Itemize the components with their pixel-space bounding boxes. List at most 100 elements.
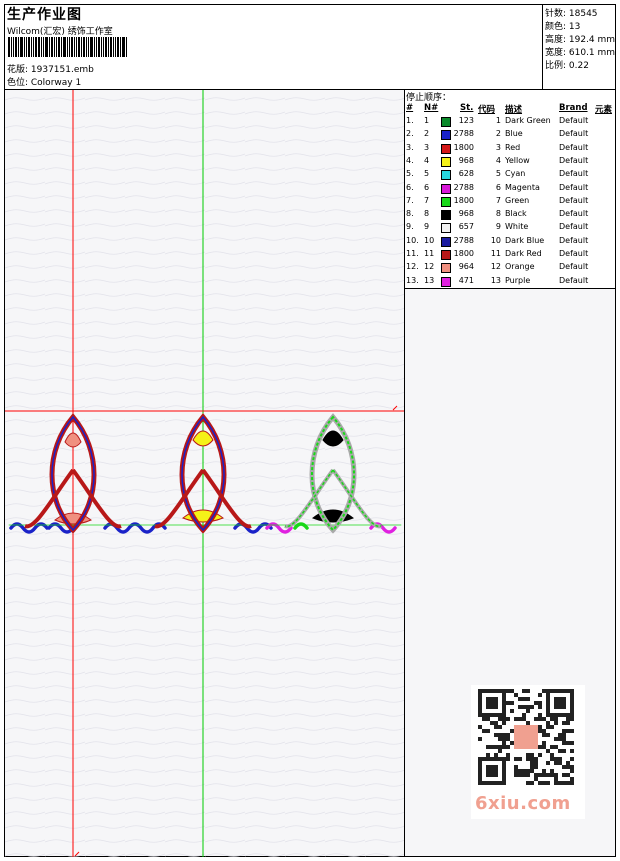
row-stitches: 1800 — [453, 142, 474, 152]
color-swatch — [441, 236, 451, 247]
table-row: 11. 11 1800 11 Dark Red Default — [405, 249, 615, 262]
row-stitches: 628 — [458, 169, 474, 179]
row-needle: 7 — [424, 195, 430, 205]
company-name: Wilcom(汇宏) 绣饰工作室 — [7, 27, 113, 37]
row-brand: Default — [559, 169, 589, 179]
row-stitches: 2788 — [453, 182, 474, 192]
stop-sequence-title: 停止顺序： — [406, 93, 452, 103]
row-needle: 9 — [424, 222, 430, 232]
col-stitches: St. — [460, 103, 474, 113]
colorway-label: 色位: Colorway 1 — [7, 78, 82, 88]
row-code: 13 — [490, 275, 501, 285]
row-stitches: 968 — [458, 155, 474, 165]
row-code: 4 — [495, 155, 501, 165]
table-row: 7. 7 1800 7 Green Default — [405, 196, 615, 209]
design-scale: 比例: 0.22 — [545, 61, 589, 71]
row-index: 2. — [406, 129, 414, 139]
table-row: 12. 12 964 12 Orange Default — [405, 262, 615, 275]
color-swatch — [441, 117, 451, 127]
row-brand: Default — [559, 182, 589, 192]
row-stitches: 123 — [458, 116, 474, 125]
table-row: 3. 3 1800 3 Red Default — [405, 143, 615, 156]
row-index: 11. — [406, 249, 419, 258]
table-row: 4. 4 968 4 Yellow Default — [405, 156, 615, 169]
design-preview — [5, 90, 405, 857]
table-row: 9. 9 657 9 White Default — [405, 222, 615, 235]
row-index: 1. — [406, 116, 414, 125]
row-code: 11 — [490, 249, 501, 258]
row-index: 5. — [406, 169, 414, 179]
row-code: 9 — [495, 222, 501, 232]
row-brand: Default — [559, 262, 589, 272]
row-brand: Default — [559, 275, 589, 285]
row-description: Black — [505, 209, 527, 219]
row-index: 3. — [406, 142, 414, 152]
row-index: 12. — [406, 262, 419, 272]
row-index: 7. — [406, 195, 414, 205]
row-code: 8 — [495, 209, 501, 219]
row-description: Yellow — [505, 155, 530, 165]
color-swatch — [441, 210, 451, 221]
watermark-text: 6xiu.com — [475, 793, 571, 814]
row-stitches: 968 — [458, 209, 474, 219]
row-stitches: 1800 — [453, 195, 474, 205]
row-brand: Default — [559, 116, 589, 125]
watermark-qr: 6xiu.com — [471, 685, 585, 819]
row-code: 1 — [495, 116, 501, 125]
row-description: Purple — [505, 275, 531, 285]
color-count: 颜色: 13 — [545, 22, 581, 32]
row-needle: 2 — [424, 129, 430, 139]
row-needle: 4 — [424, 155, 430, 165]
row-description: Red — [505, 142, 521, 152]
row-brand: Default — [559, 249, 589, 258]
row-index: 6. — [406, 182, 414, 192]
color-swatch — [441, 130, 451, 141]
table-row: 2. 2 2788 2 Blue Default — [405, 129, 615, 142]
row-needle: 12 — [424, 262, 435, 272]
row-code: 6 — [495, 182, 501, 192]
row-index: 9. — [406, 222, 414, 232]
row-brand: Default — [559, 235, 589, 245]
col-needle: N# — [424, 103, 439, 113]
row-brand: Default — [559, 129, 589, 139]
row-brand: Default — [559, 222, 589, 232]
color-swatch — [441, 276, 451, 287]
table-row: 6. 6 2788 6 Magenta Default — [405, 183, 615, 196]
row-description: Dark Red — [505, 249, 542, 258]
row-needle: 3 — [424, 142, 430, 152]
row-code: 7 — [495, 195, 501, 205]
row-description: Magenta — [505, 182, 540, 192]
row-index: 4. — [406, 155, 414, 165]
row-description: White — [505, 222, 529, 232]
row-code: 5 — [495, 169, 501, 179]
color-swatch — [441, 223, 451, 234]
col-index: # — [406, 103, 414, 113]
row-code: 2 — [495, 129, 501, 139]
header-info: 生产作业图 Wilcom(汇宏) 绣饰工作室 花版: 1937151.emb 色… — [5, 5, 541, 89]
stop-sequence-panel: 停止顺序： # N# St. 代码 描述 Brand 元素 1. 1 123 1 Dar… — [405, 90, 615, 289]
table-row: 10. 10 2788 10 Dark Blue Default — [405, 236, 615, 249]
color-swatch — [441, 183, 451, 194]
table-row: 1. 1 123 1 Dark Green Default — [405, 116, 615, 129]
col-brand: Brand — [559, 103, 588, 113]
row-description: Dark Green — [505, 116, 551, 125]
row-needle: 13 — [424, 275, 435, 285]
embroidery-drawing — [5, 90, 404, 857]
row-stitches: 964 — [458, 262, 474, 272]
row-needle: 10 — [424, 235, 435, 245]
col-element: 元素 — [595, 105, 613, 115]
design-width: 宽度: 610.1 mm — [545, 48, 616, 58]
design-height: 高度: 192.4 mm — [545, 35, 616, 45]
color-swatch — [441, 263, 451, 274]
row-description: Dark Blue — [505, 235, 545, 245]
row-stitches: 657 — [458, 222, 474, 232]
row-stitches: 1800 — [453, 249, 474, 258]
table-row: 5. 5 628 5 Cyan Default — [405, 169, 615, 182]
page-title: 生产作业图 — [7, 7, 82, 23]
col-description: 描述 — [505, 105, 523, 115]
row-code: 12 — [490, 262, 501, 272]
row-stitches: 471 — [458, 275, 474, 285]
row-needle: 11 — [424, 249, 435, 258]
row-needle: 1 — [424, 116, 430, 125]
color-swatch — [441, 170, 451, 181]
